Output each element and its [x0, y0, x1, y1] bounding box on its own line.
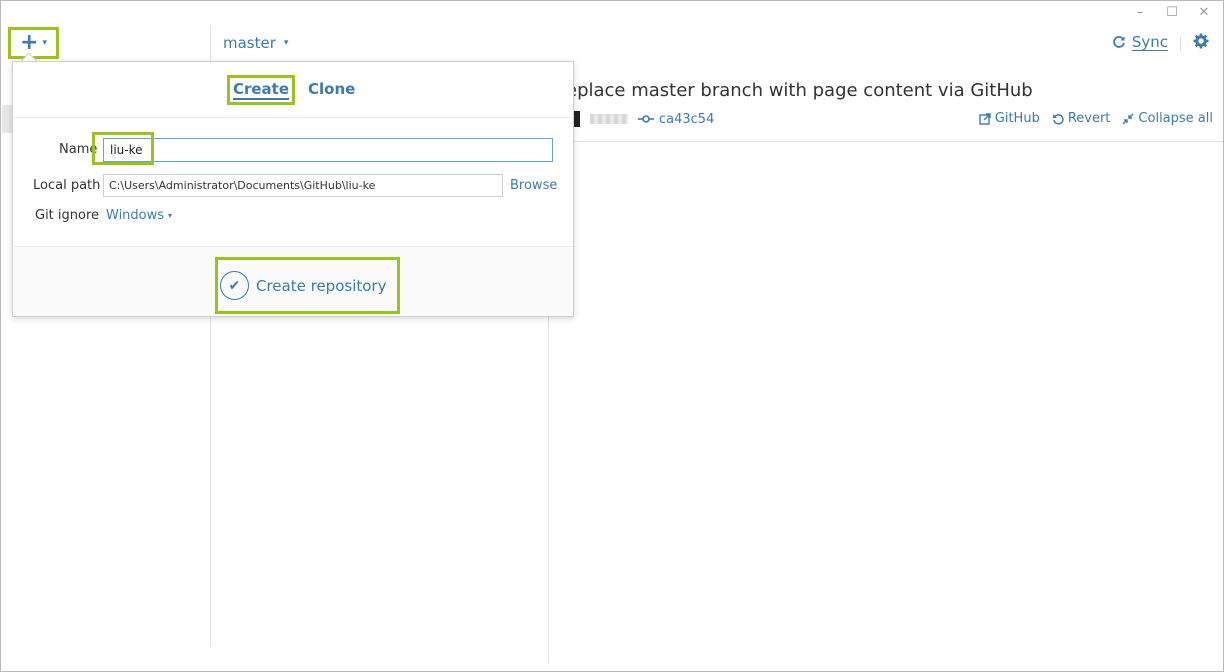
gitignore-value: Windows	[106, 208, 165, 223]
chevron-down-icon: ▾	[42, 38, 47, 48]
chevron-down-icon: ▾	[168, 211, 173, 220]
tab-create-label: Create	[232, 79, 290, 100]
minimize-icon[interactable]: –	[1133, 5, 1147, 21]
collapse-all-label: Collapse all	[1138, 111, 1213, 126]
open-on-github-button[interactable]: GitHub	[979, 111, 1040, 126]
commit-sha-text: ca43c54	[659, 111, 715, 127]
gitignore-label: Git ignore	[35, 208, 100, 223]
add-repository-popover: Create Clone Name Local path Browse Git …	[12, 61, 574, 317]
commit-sha[interactable]: ca43c54	[638, 112, 714, 127]
local-path-label: Local path	[33, 178, 101, 193]
collapse-all-button[interactable]: Collapse all	[1122, 111, 1213, 126]
browse-button[interactable]: Browse	[510, 178, 557, 193]
sync-button[interactable]: Sync	[1112, 33, 1168, 51]
repository-name-input[interactable]	[103, 138, 553, 162]
create-repository-button[interactable]: ✔ Create repository	[215, 257, 400, 314]
commit-meta: ca43c54	[566, 111, 714, 127]
maximize-icon[interactable]: ☐	[1165, 5, 1179, 21]
close-icon[interactable]: ✕	[1197, 5, 1211, 21]
plus-icon: +	[20, 30, 39, 55]
author-name-redacted	[590, 114, 628, 124]
chevron-down-icon: ▾	[283, 38, 289, 48]
window-controls: – ☐ ✕	[1133, 5, 1211, 21]
gear-icon	[1193, 33, 1209, 49]
popover-footer: ✔ Create repository	[13, 246, 573, 316]
collapse-icon	[1122, 113, 1134, 124]
revert-button[interactable]: Revert	[1052, 111, 1111, 126]
add-repository-button[interactable]: + ▾	[8, 27, 59, 59]
github-label: GitHub	[994, 111, 1040, 126]
external-link-icon	[979, 112, 991, 125]
sync-label: Sync	[1131, 33, 1168, 51]
app-window: – ☐ ✕ + ▾ master ▾ Sync eplace master br…	[0, 0, 1224, 672]
tab-clone[interactable]: Clone	[308, 80, 355, 98]
revert-label: Revert	[1067, 111, 1111, 126]
tab-create[interactable]: Create	[227, 75, 295, 105]
gitignore-select[interactable]: Windows ▾	[106, 208, 172, 223]
sync-icon	[1113, 36, 1125, 48]
popover-tabs: Create Clone	[13, 62, 573, 118]
commit-header-divider	[549, 141, 1223, 142]
settings-button[interactable]	[1193, 33, 1209, 54]
branch-selector[interactable]: master ▾	[223, 34, 288, 52]
branch-name: master	[223, 34, 276, 52]
name-label: Name	[59, 142, 98, 157]
commit-title: eplace master branch with page content v…	[566, 80, 1033, 101]
revert-icon	[1052, 113, 1064, 125]
toolbar-divider	[1180, 37, 1181, 51]
commit-actions: GitHub Revert Collapse all	[979, 111, 1213, 126]
local-path-input[interactable]	[103, 174, 503, 197]
checkmark-icon: ✔	[220, 271, 249, 300]
commit-icon	[638, 115, 654, 123]
create-repository-label: Create repository	[256, 276, 387, 295]
